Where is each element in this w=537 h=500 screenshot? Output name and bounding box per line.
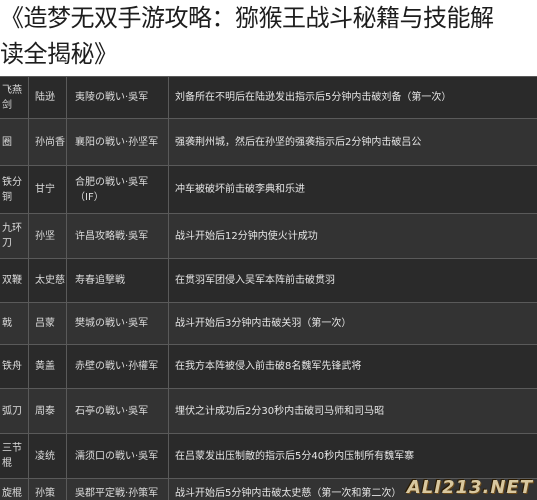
- condition-cell: 战斗开始后12分钟内使火计成功: [168, 214, 537, 258]
- table-row: 九环刀 孙坚 许昌攻略戦·吳军 战斗开始后12分钟内使火计成功: [0, 213, 537, 258]
- battle-cell: 樊城の戦い·吳军: [66, 303, 168, 344]
- article-title-line-2: 读全揭秘》: [0, 40, 118, 68]
- condition-cell: 强袭荆州城，然后在孙坚的强袭指示后2分钟内击破吕公: [168, 119, 537, 165]
- battle-cell: 许昌攻略戦·吳军: [66, 214, 168, 258]
- general-cell: 黄盖: [28, 345, 66, 388]
- weapon-cell: 旋棍: [2, 488, 22, 499]
- general-cell: 陆逊: [28, 77, 66, 118]
- general-cell: 吕蒙: [28, 303, 66, 344]
- battle-cell: 石亭の戦い·吳军: [66, 389, 168, 433]
- watermark-logo: ALI213.NET: [406, 477, 533, 498]
- condition-cell: 在吕蒙发出压制敵的指示后5分40秒内压制所有魏军寨: [168, 434, 537, 478]
- general-cell: 凌统: [28, 434, 66, 478]
- weapon-cell: 九环刀: [2, 223, 22, 249]
- condition-cell: 在贯羽军团侵入吴军本阵前击破贯羽: [168, 259, 537, 302]
- battle-cell: 吳郡平定戦·孙策军: [66, 479, 168, 500]
- weapon-cell: 铁分铜: [2, 176, 22, 203]
- battle-cell: 寿春追撃戦: [66, 259, 168, 302]
- general-cell: 孙策: [28, 479, 66, 500]
- table-row: 双鞭 太史慈 寿春追撃戦 在贯羽军团侵入吴军本阵前击破贯羽: [0, 258, 537, 302]
- weapon-cell: 三节棍: [2, 443, 22, 469]
- table-row: 铁分铜 甘宁 合肥の戦い·吳军（IF） 冲车被破坏前击破李典和乐进: [0, 165, 537, 213]
- battle-cell: 夷陵の戦い·吳军: [66, 77, 168, 118]
- table-row: 飞燕剑 陆逊 夷陵の戦い·吳军 刘备所在不明后在陆逊发出指示后5分钟内击破刘备（第一次…: [0, 76, 537, 118]
- weapon-cell: 双鞭: [2, 275, 22, 286]
- article-title-line-1: 《造梦无双手游攻略：猕猴王战斗秘籍与技能解: [0, 4, 494, 32]
- general-cell: 周泰: [28, 389, 66, 433]
- condition-cell: 冲车被破坏前击破李典和乐进: [168, 166, 537, 213]
- general-cell: 孙尚香: [28, 119, 66, 165]
- battle-cell: 赤壁の戦い·孙權军: [66, 345, 168, 388]
- table-row: 弧刀 周泰 石亭の戦い·吳军 埋伏之计成功后2分30秒内击破司马师和司马昭: [0, 388, 537, 433]
- weapon-cell: 飞燕剑: [2, 84, 22, 111]
- weapon-cell: 戟: [2, 318, 12, 329]
- table-row: 圈 孙尚香 襄阳の戦い·孙坚军 强袭荆州城，然后在孙坚的强袭指示后2分钟内击破吕公: [0, 118, 537, 165]
- weapon-cell: 铁舟: [2, 361, 22, 372]
- general-cell: 孙坚: [28, 214, 66, 258]
- battle-cell: 合肥の戦い·吳军（IF）: [66, 166, 168, 213]
- weapon-cell: 弧刀: [2, 405, 22, 417]
- table-row: 三节棍 凌统 濡须口の戦い·吳军 在吕蒙发出压制敵的指示后5分40秒内压制所有魏军寨: [0, 433, 537, 478]
- condition-cell: 战斗开始后3分钟内击破关羽（第一次）: [168, 303, 537, 344]
- battle-cell: 濡须口の戦い·吳军: [66, 434, 168, 478]
- battle-cell: 襄阳の戦い·孙坚军: [66, 119, 168, 165]
- article-title: 《造梦无双手游攻略：猕猴王战斗秘籍与技能解 读全揭秘》: [0, 0, 537, 76]
- condition-cell: 埋伏之计成功后2分30秒内击破司马师和司马昭: [168, 389, 537, 433]
- table-row: 铁舟 黄盖 赤壁の戦い·孙權军 在我方本阵被侵入前击破8名魏军先锋武将: [0, 344, 537, 388]
- condition-cell: 刘备所在不明后在陆逊发出指示后5分钟内击破刘备（第一次）: [168, 77, 537, 118]
- general-cell: 太史慈: [28, 259, 66, 302]
- general-cell: 甘宁: [28, 166, 66, 213]
- weapon-cell: 圈: [2, 136, 12, 148]
- condition-cell: 在我方本阵被侵入前击破8名魏军先锋武将: [168, 345, 537, 388]
- table-row: 戟 吕蒙 樊城の戦い·吳军 战斗开始后3分钟内击破关羽（第一次）: [0, 302, 537, 344]
